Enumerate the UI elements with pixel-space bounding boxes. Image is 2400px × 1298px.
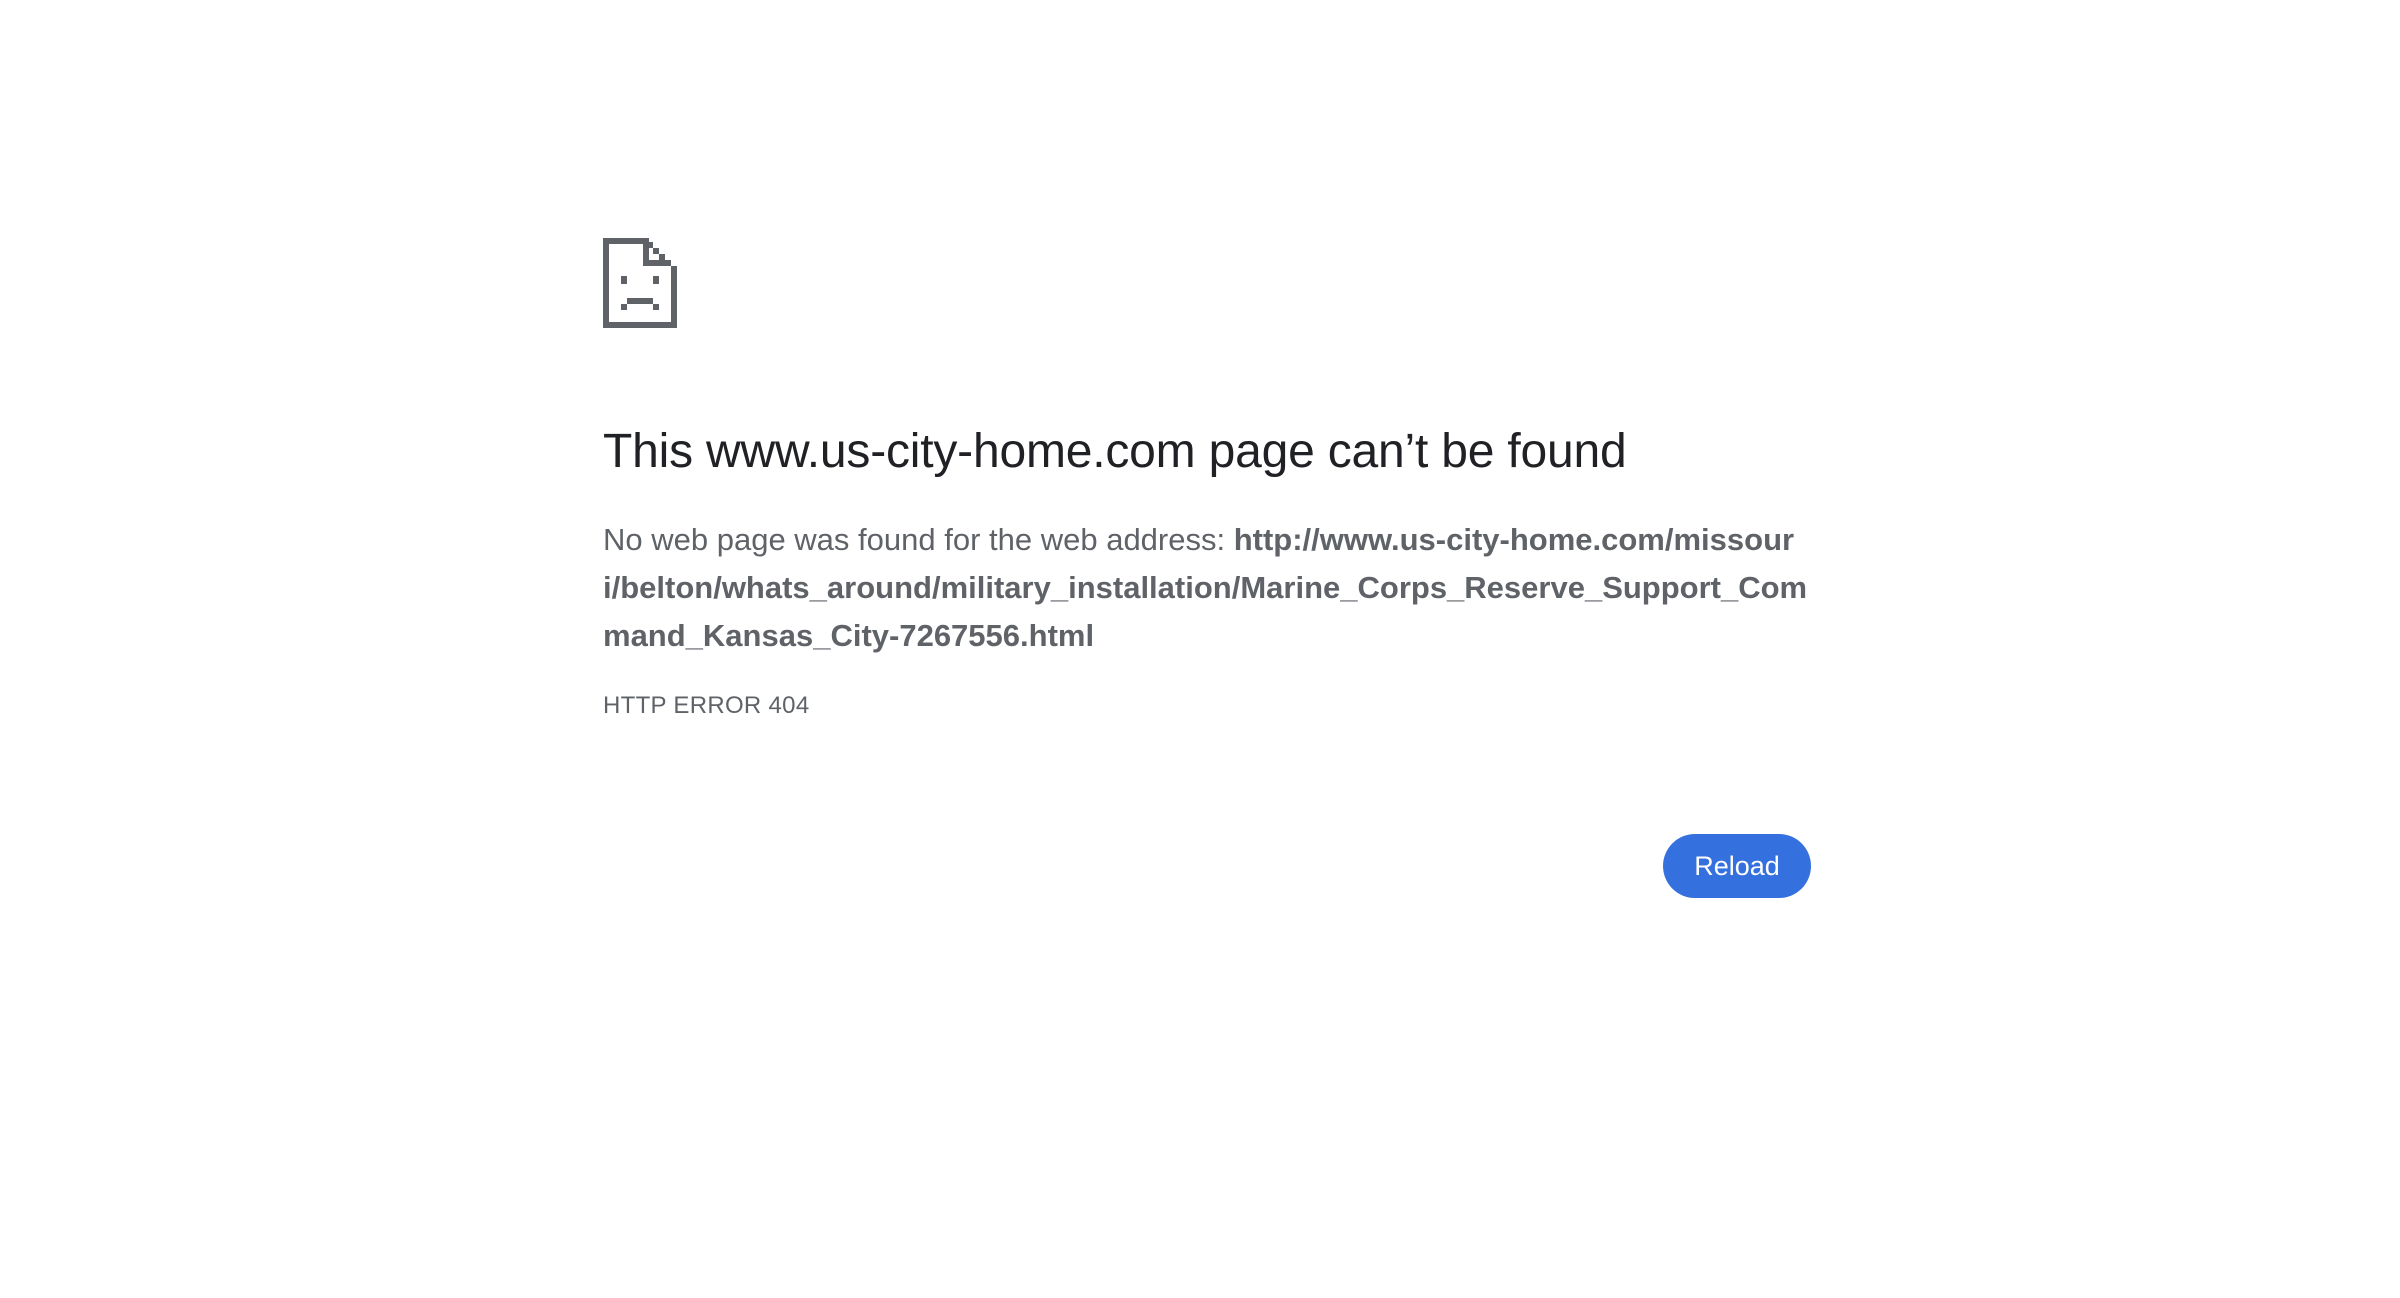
error-message: No web page was found for the web addres…: [603, 516, 1811, 660]
error-message-text: No web page was found for the web addres…: [603, 522, 1234, 557]
error-code: HTTP ERROR 404: [603, 692, 810, 719]
error-container: This www.us-city-home.com page can’t be …: [603, 238, 1811, 898]
page-title: This www.us-city-home.com page can’t be …: [603, 425, 1627, 478]
sad-page-icon: [603, 238, 677, 328]
reload-button[interactable]: Reload: [1663, 834, 1811, 898]
